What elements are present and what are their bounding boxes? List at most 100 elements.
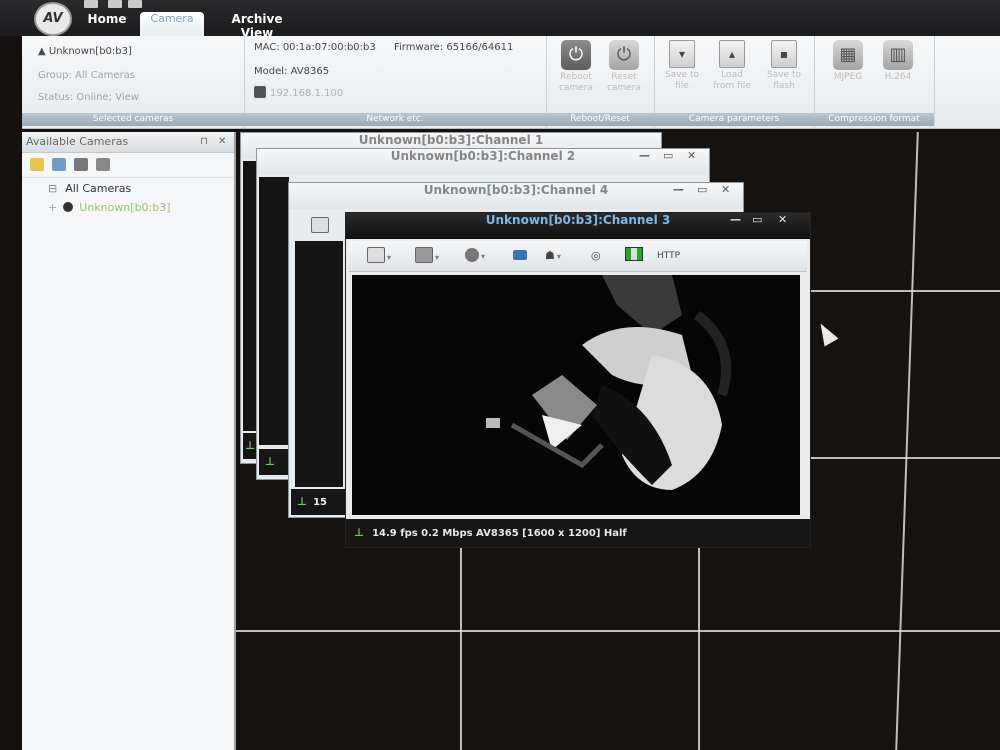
- motion-button[interactable]: ☗ ▾: [545, 247, 561, 265]
- close-icon[interactable]: ✕: [778, 213, 787, 226]
- minimize-icon[interactable]: —: [639, 149, 650, 162]
- tree-branch-icon: +: [48, 201, 58, 214]
- save-to-file-button[interactable]: ▾ Save to file: [660, 40, 704, 92]
- reset-button[interactable]: ⏻ Reset camera: [602, 40, 646, 94]
- audio-button[interactable]: ◎: [591, 247, 601, 265]
- window-title-text: Unknown[b0:b3]:Channel 3: [485, 213, 671, 227]
- tab-camera[interactable]: Camera: [140, 12, 204, 36]
- speaker-icon: ◎: [591, 249, 601, 262]
- group-label: Selected cameras: [22, 113, 244, 126]
- camera-group: Group: All Cameras: [38, 70, 136, 81]
- snapshot-button[interactable]: [513, 247, 527, 265]
- quick-access-icon[interactable]: [84, 0, 98, 8]
- video-frame: [352, 275, 800, 515]
- available-cameras-panel: Available Cameras ⊓ ✕ ⊟ All Cameras + Unkn…: [22, 132, 236, 750]
- live-video-feed[interactable]: [352, 275, 800, 515]
- expand-icon: ⊟: [48, 182, 58, 195]
- panel-title: Available Cameras: [26, 135, 129, 148]
- grid-line: [895, 132, 919, 750]
- record-icon: [465, 248, 479, 262]
- firmware-version: Firmware: 65166/64611: [394, 42, 514, 53]
- display-icon: [311, 217, 329, 233]
- signal-icon: ⊥: [297, 495, 308, 508]
- status-bar: ⊥ 14.9 fps 0.2 Mbps AV8365 [1600 x 1200] …: [346, 519, 810, 547]
- h264-icon: ▥: [883, 40, 913, 70]
- ip-text: 192.168.1.100: [270, 88, 344, 99]
- mjpeg-label: MJPEG: [833, 72, 863, 82]
- load-icon: ▴: [719, 40, 745, 68]
- group-selected-cameras: ▲ Unknown[b0:b3] Group: All Cameras Stat…: [22, 36, 245, 128]
- film-icon: [625, 247, 643, 261]
- camera-add-icon[interactable]: [52, 158, 66, 171]
- panel-toolbar: [22, 153, 234, 178]
- grid-line: [698, 542, 700, 750]
- quick-access-icon[interactable]: [108, 0, 122, 8]
- group-reboot: ⏻ Reboot camera ⏻ Reset camera Reboot/Re…: [546, 36, 655, 128]
- http-button[interactable]: HTTP: [657, 247, 680, 265]
- chevron-down-icon: ▾: [435, 253, 440, 262]
- reboot-button[interactable]: ⏻ Reboot camera: [554, 40, 598, 94]
- film-button[interactable]: [625, 247, 643, 265]
- reset-icon: ⏻: [609, 40, 639, 70]
- minimize-icon[interactable]: —: [673, 183, 684, 196]
- display-icon: [367, 247, 385, 263]
- maximize-icon[interactable]: ▭: [697, 183, 707, 196]
- grid-line: [460, 542, 462, 750]
- window-title[interactable]: Unknown[b0:b3]:Channel 2 — ▭ ✕: [257, 149, 709, 175]
- reset-label: Reset camera: [607, 72, 641, 93]
- group-label: Compression format: [814, 113, 934, 126]
- status-text: 15: [313, 497, 327, 508]
- tree-root-label: All Cameras: [65, 182, 132, 195]
- window-title[interactable]: Unknown[b0:b3]:Channel 3 — ▭ ✕: [346, 213, 810, 239]
- window-title[interactable]: Unknown[b0:b3]:Channel 4 — ▭ ✕: [289, 183, 743, 209]
- window-title-text: Unknown[b0:b3]:Channel 2: [390, 149, 576, 163]
- tree-item-all-cameras[interactable]: ⊟ All Cameras: [48, 182, 131, 195]
- layout-button[interactable]: ▾: [415, 247, 439, 265]
- record-button[interactable]: ▾: [465, 247, 485, 265]
- maximize-icon[interactable]: ▭: [663, 149, 673, 162]
- folder-icon[interactable]: [30, 158, 44, 171]
- close-icon[interactable]: ✕: [721, 183, 730, 196]
- display-mode-button[interactable]: [311, 217, 329, 235]
- close-icon[interactable]: ✕: [687, 149, 696, 162]
- layout-icon: [415, 247, 433, 263]
- quick-access-icon[interactable]: [128, 0, 142, 8]
- h264-label: H.264: [884, 72, 912, 82]
- mjpeg-button[interactable]: ▦ MJPEG: [826, 40, 870, 83]
- panel-header: Available Cameras ⊓ ✕: [22, 132, 234, 153]
- camera-remove-icon[interactable]: [74, 158, 88, 171]
- grid-line: [236, 630, 1000, 632]
- minimize-icon[interactable]: —: [730, 213, 741, 226]
- chevron-down-icon: ▾: [481, 252, 486, 261]
- signal-icon: ⊥: [265, 455, 276, 468]
- display-mode-button[interactable]: ▾: [367, 247, 391, 265]
- app-titlebar: AV Home Camera Archive View: [0, 0, 1000, 40]
- tab-archive-view[interactable]: Archive View: [214, 12, 300, 40]
- mjpeg-icon: ▦: [833, 40, 863, 70]
- group-label: Reboot/Reset: [546, 113, 654, 126]
- group-label: Camera parameters: [654, 113, 814, 126]
- pin-icon[interactable]: ⊓: [200, 132, 208, 152]
- h264-button[interactable]: ▥ H.264: [876, 40, 920, 83]
- network-icon: [254, 86, 266, 98]
- tree-item-camera[interactable]: + Unknown[b0:b3]: [48, 201, 171, 214]
- camera-status[interactable]: Status: Online; View: [38, 92, 139, 103]
- video-toolbar: ▾ ▾ ▾ ☗ ▾ ◎ HTTP: [349, 241, 807, 272]
- camera-name-text: Unknown[b0:b3]: [48, 46, 132, 57]
- close-icon[interactable]: ✕: [218, 132, 226, 152]
- save-to-flash-button[interactable]: ▪ Save to flash: [762, 40, 806, 92]
- status-bar: ⊥: [259, 449, 291, 475]
- ip-address[interactable]: 192.168.1.100: [254, 86, 343, 99]
- chevron-down-icon: ▾: [556, 252, 561, 261]
- person-icon: ☗: [545, 249, 555, 262]
- status-text: 14.9 fps 0.2 Mbps AV8365 [1600 x 1200] H…: [372, 528, 627, 539]
- load-from-file-button[interactable]: ▴ Load from file: [710, 40, 754, 92]
- signal-icon: ⊥: [245, 439, 256, 452]
- maximize-icon[interactable]: ▭: [752, 213, 762, 226]
- ribbon: ▲ Unknown[b0:b3] Group: All Cameras Stat…: [22, 36, 1000, 129]
- camera-window-channel-3[interactable]: Unknown[b0:b3]:Channel 3 — ▭ ✕ ▾ ▾ ▾ ☗ ▾ …: [345, 212, 811, 548]
- camera-icon: [513, 250, 527, 260]
- tab-home[interactable]: Home: [78, 12, 136, 36]
- camera-config-icon[interactable]: [96, 158, 110, 171]
- save-file-label: Save to file: [665, 70, 699, 91]
